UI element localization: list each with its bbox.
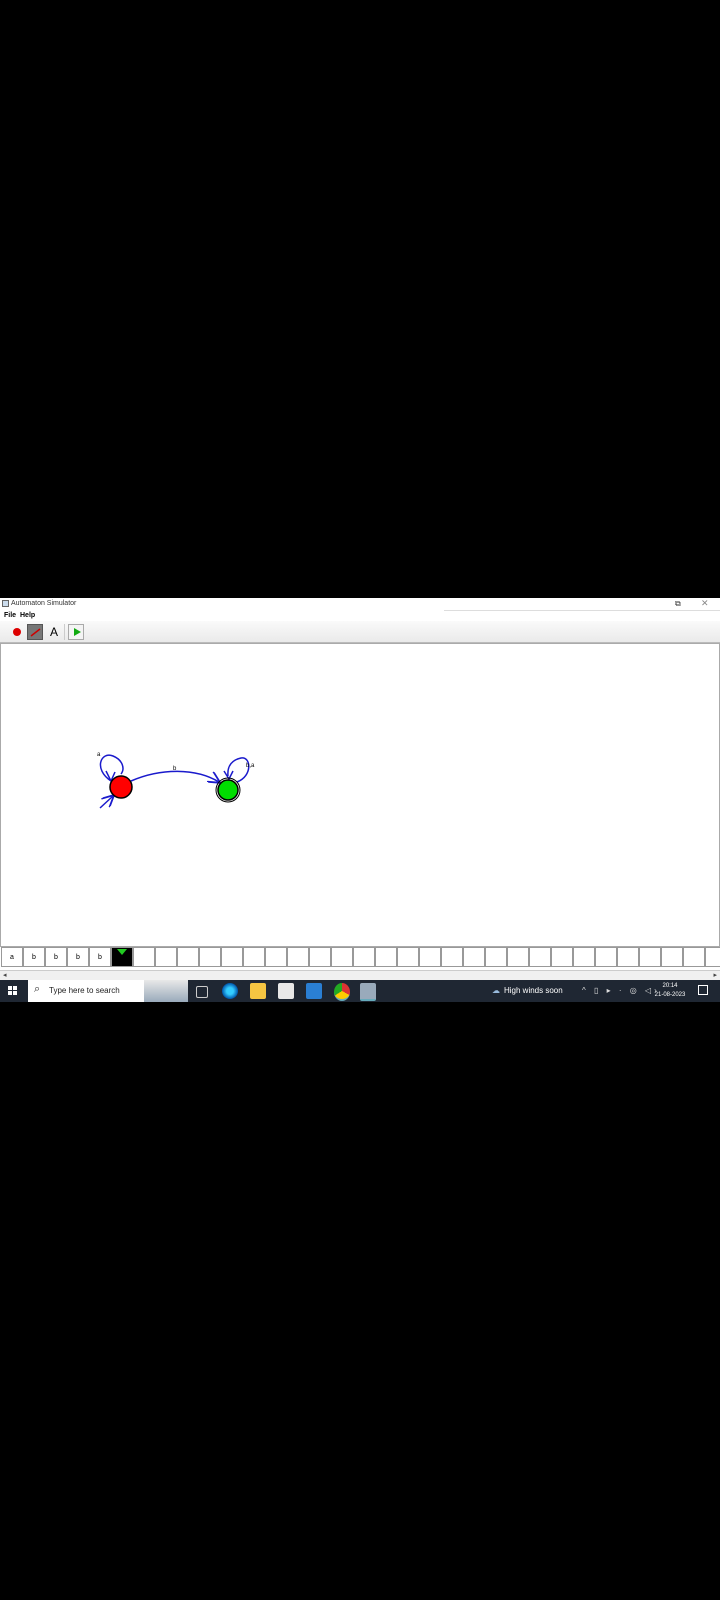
- tape-cell[interactable]: [199, 947, 221, 967]
- taskbar-search-box[interactable]: ⌕ Type here to search: [28, 980, 188, 1002]
- close-button[interactable]: ✕: [701, 598, 709, 609]
- tape-cell[interactable]: [419, 947, 441, 967]
- edge-browser-icon[interactable]: [222, 983, 238, 999]
- scroll-right-arrow[interactable]: ▸: [713, 971, 717, 979]
- tape-cell[interactable]: [441, 947, 463, 967]
- tape-cell[interactable]: b: [67, 947, 89, 967]
- scroll-left-arrow[interactable]: ◂: [3, 971, 7, 979]
- state-q0[interactable]: [109, 775, 133, 799]
- mail-icon[interactable]: [306, 983, 322, 999]
- task-view-icon[interactable]: [196, 986, 208, 998]
- menu-help[interactable]: Help: [20, 612, 35, 619]
- horizontal-scrollbar[interactable]: ◂ ▸: [0, 970, 720, 980]
- state-q1[interactable]: [217, 779, 239, 801]
- transition-q0-q1[interactable]: [130, 770, 219, 782]
- weather-text: High winds soon: [504, 986, 563, 995]
- tape-cell[interactable]: [661, 947, 683, 967]
- java-app-taskbar-icon[interactable]: [360, 983, 376, 1001]
- store-icon[interactable]: [278, 983, 294, 999]
- title-bar: Automaton Simulator ⧉ ✕: [0, 598, 720, 610]
- tape-cell[interactable]: b: [45, 947, 67, 967]
- clock[interactable]: 20:14 21-08-2023: [644, 982, 696, 1000]
- tape-cell[interactable]: a: [1, 947, 23, 967]
- tape-cell[interactable]: [507, 947, 529, 967]
- tape-cell[interactable]: [617, 947, 639, 967]
- windows-start-icon[interactable]: [8, 986, 18, 996]
- transition-icon: [30, 628, 41, 637]
- window-title: Automaton Simulator: [11, 600, 77, 607]
- tape-cell[interactable]: [551, 947, 573, 967]
- clock-time: 20:14: [662, 983, 678, 989]
- wind-icon: ☁: [492, 986, 500, 995]
- tape-cell[interactable]: [287, 947, 309, 967]
- toolbar: A: [0, 621, 720, 643]
- tape-cell[interactable]: [485, 947, 507, 967]
- app-window: Automaton Simulator ⧉ ✕ File Help A a b …: [0, 598, 720, 980]
- loop-q0-label: a: [97, 752, 101, 758]
- tape-cell[interactable]: [309, 947, 331, 967]
- text-tool[interactable]: A: [46, 624, 62, 640]
- tape-cell[interactable]: [243, 947, 265, 967]
- tape-cell[interactable]: [155, 947, 177, 967]
- add-transition-tool[interactable]: [27, 624, 43, 640]
- clock-date: 21-08-2023: [654, 992, 686, 998]
- menu-bar: File Help: [0, 610, 720, 621]
- tape-cell[interactable]: [397, 947, 419, 967]
- tape-cell[interactable]: [375, 947, 397, 967]
- automaton-canvas[interactable]: a b b,a: [0, 643, 720, 947]
- input-tape[interactable]: abbbb: [0, 947, 720, 969]
- tape-cell[interactable]: b: [23, 947, 45, 967]
- run-simulation-button[interactable]: [68, 624, 84, 640]
- tape-cell[interactable]: [463, 947, 485, 967]
- toolbar-separator: [64, 624, 65, 640]
- tape-cell[interactable]: [529, 947, 551, 967]
- loop-q1-label: b,a: [246, 763, 255, 769]
- weather-widget[interactable]: ☁ High winds soon: [492, 986, 563, 995]
- tape-cell[interactable]: [573, 947, 595, 967]
- tape-cell[interactable]: [353, 947, 375, 967]
- initial-arrow: [99, 796, 113, 809]
- tape-cell[interactable]: [595, 947, 617, 967]
- restore-button[interactable]: ⧉: [675, 599, 681, 609]
- tape-cell-head[interactable]: [111, 947, 133, 967]
- tape-cell[interactable]: [639, 947, 661, 967]
- automaton-diagram[interactable]: a b b,a: [1, 644, 719, 946]
- menu-file[interactable]: File: [4, 612, 16, 619]
- file-explorer-icon[interactable]: [250, 983, 266, 999]
- tape-cell[interactable]: [705, 947, 720, 967]
- tape-cell[interactable]: [177, 947, 199, 967]
- search-placeholder: Type here to search: [49, 986, 120, 995]
- search-icon: ⌕: [34, 983, 41, 995]
- tape-cell[interactable]: [331, 947, 353, 967]
- windows-taskbar: ⌕ Type here to search ☁ High winds soon ^…: [0, 980, 720, 1002]
- chrome-icon[interactable]: [334, 983, 350, 1001]
- notification-icon[interactable]: [698, 985, 708, 995]
- tape-cell[interactable]: [133, 947, 155, 967]
- tape-cell[interactable]: [683, 947, 705, 967]
- tape-cell[interactable]: [221, 947, 243, 967]
- tape-cell[interactable]: b: [89, 947, 111, 967]
- java-app-icon: [2, 600, 9, 607]
- tape-cell[interactable]: [265, 947, 287, 967]
- search-highlight-image: [144, 980, 188, 1002]
- add-state-tool[interactable]: [9, 624, 25, 640]
